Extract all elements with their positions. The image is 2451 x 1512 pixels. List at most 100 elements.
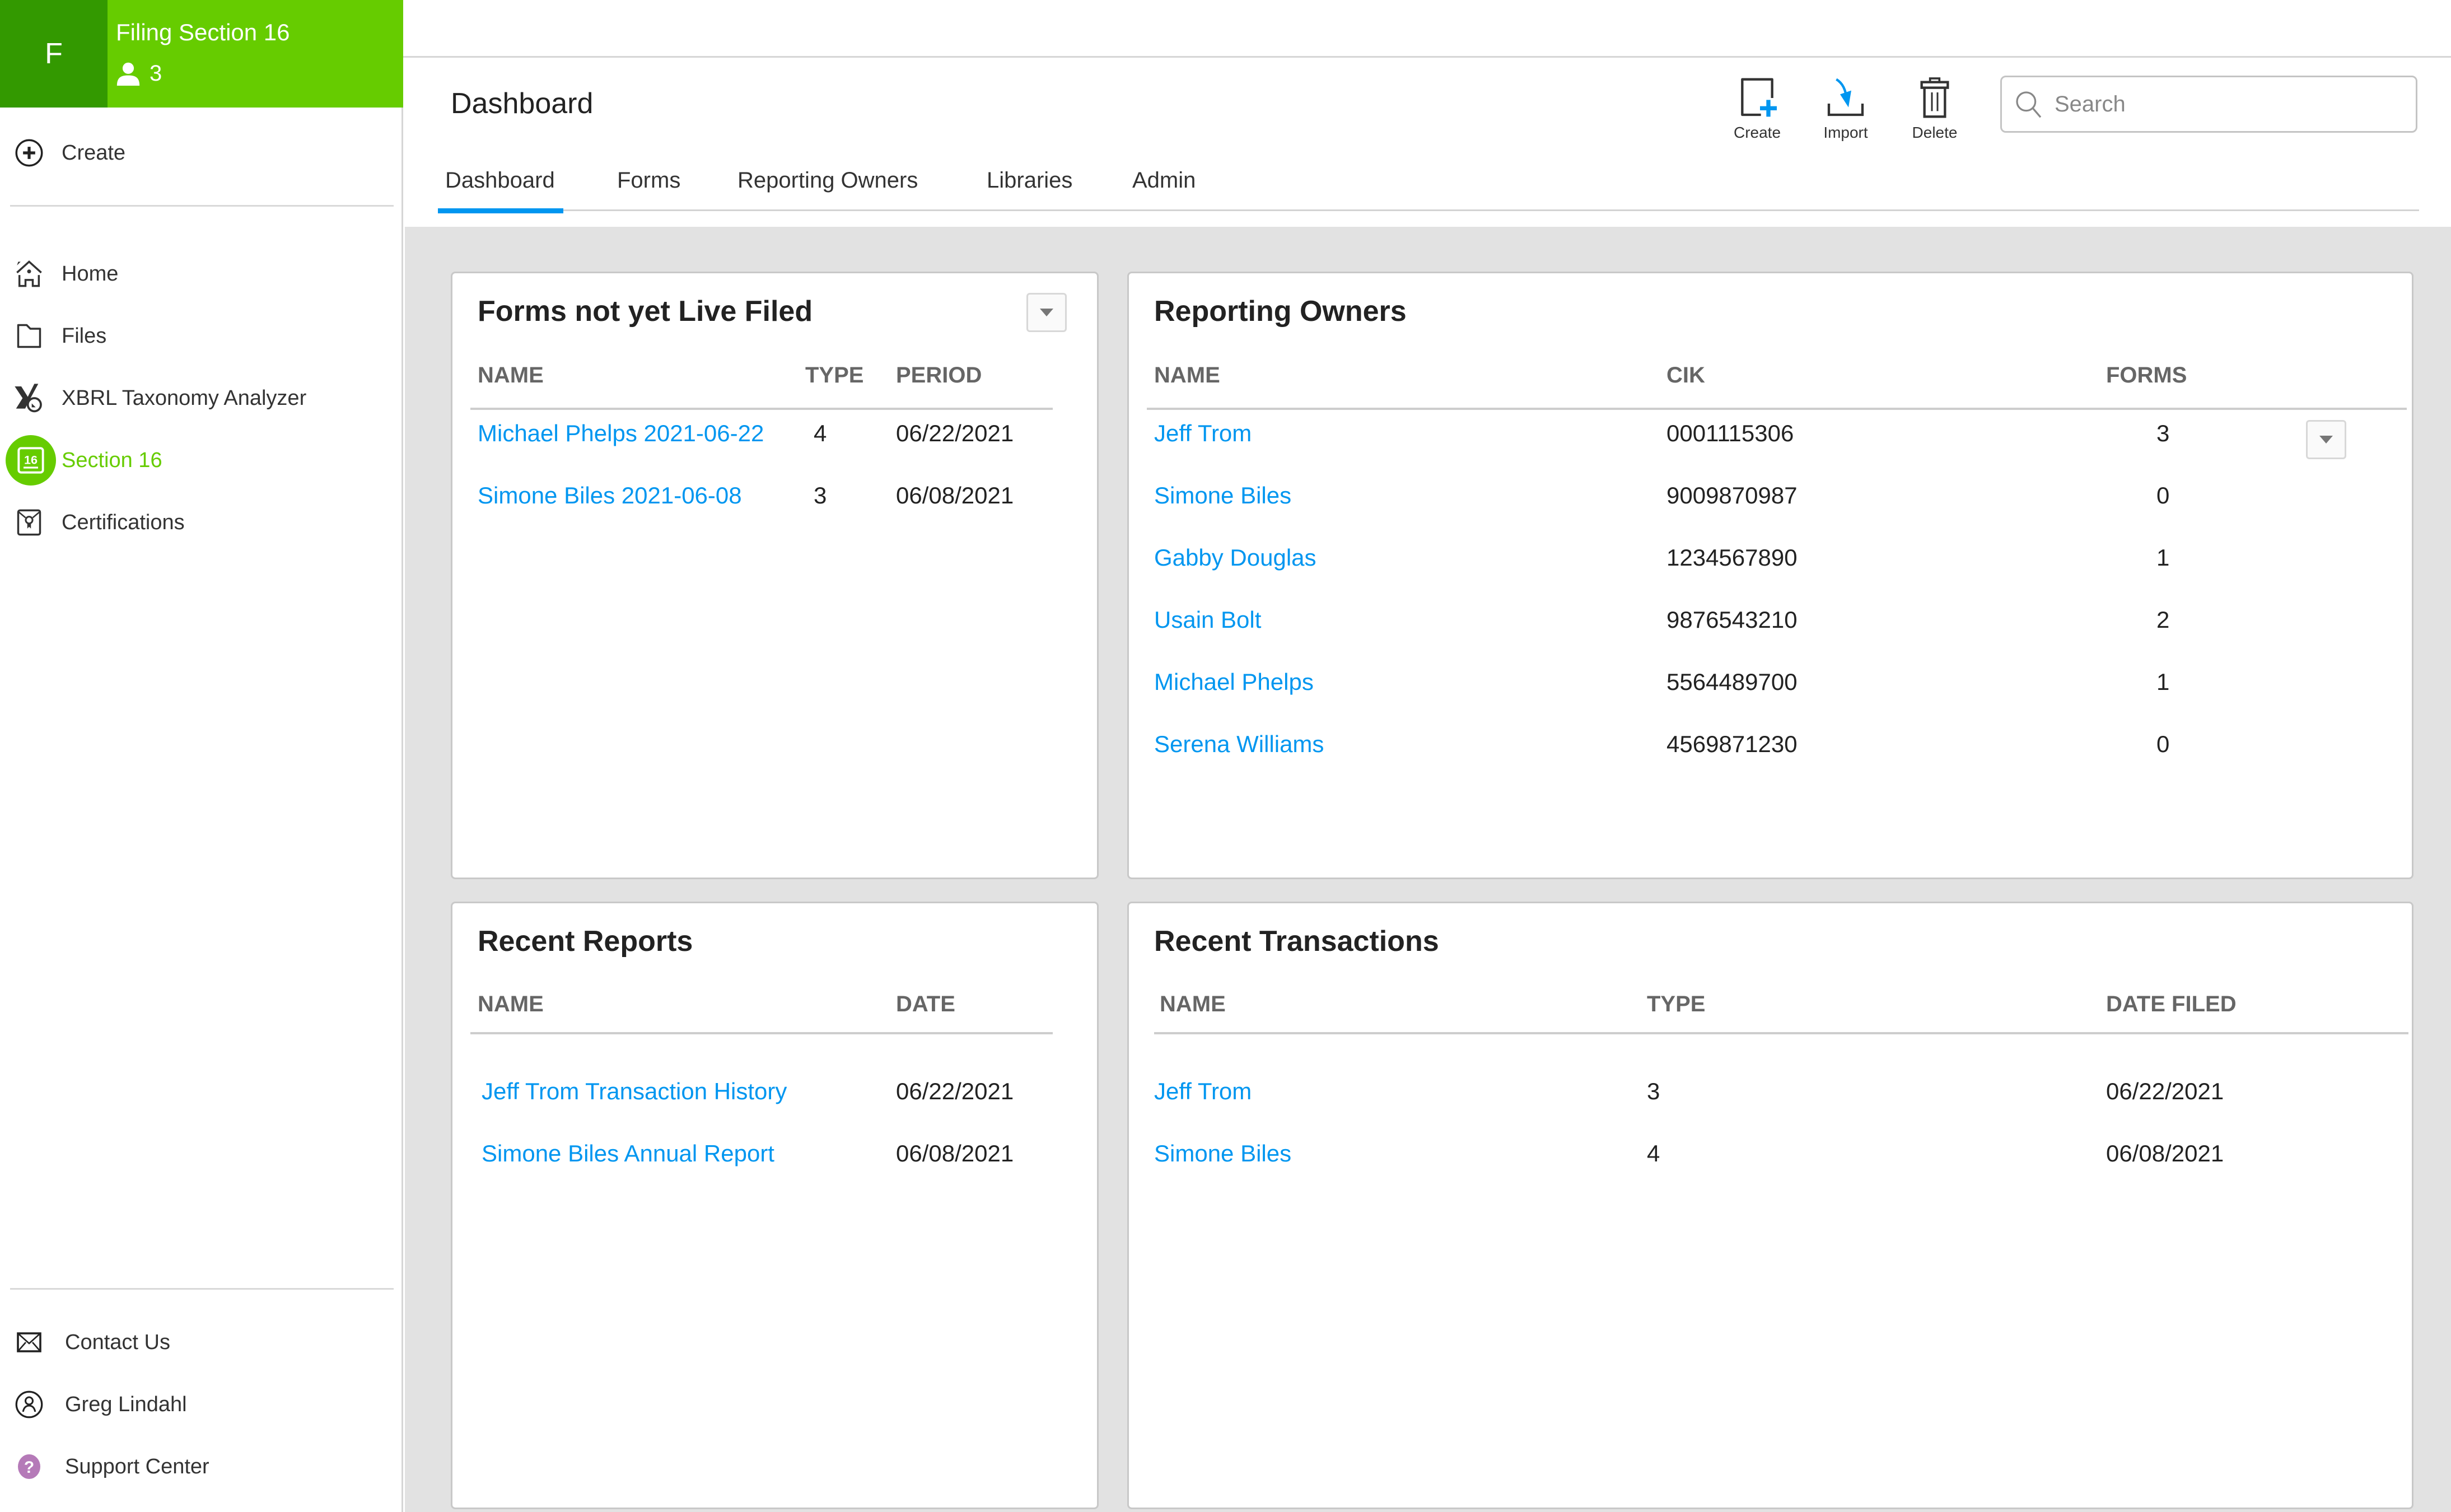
sidebar-item-label: Section 16 [62,448,162,472]
owner-cik: 9009870987 [1666,482,1798,508]
form-name-link[interactable]: Michael Phelps 2021-06-22 [478,420,764,447]
report-date: 06/08/2021 [896,1140,1014,1166]
owner-forms-count: 0 [2156,731,2170,757]
row-actions-dropdown[interactable] [2306,420,2346,459]
tab-admin[interactable]: Admin [1132,168,1196,193]
form-type: 3 [814,482,827,508]
sidebar-item-certifications[interactable]: Certifications [0,497,400,548]
tab-libraries[interactable]: Libraries [987,168,1072,193]
import-label: Import [1823,124,1868,141]
owner-forms-count: 0 [2156,482,2170,508]
owner-cik: 9876543210 [1666,606,1798,633]
xbrl-analyzer-icon [12,381,46,415]
report-name-link[interactable]: Simone Biles Annual Report [482,1140,774,1167]
owner-forms-count: 1 [2156,544,2170,571]
reporting-owners-panel: Reporting Owners NAME CIK FORMS Jeff Tro… [1127,272,2413,879]
workspace-title: Filing Section 16 [116,19,290,45]
owner-forms-count: 2 [2156,606,2170,633]
owner-forms-count: 1 [2156,669,2170,695]
header-divider [1147,408,2407,410]
svg-text:16: 16 [24,453,38,467]
owner-name-link[interactable]: Gabby Douglas [1154,544,1316,571]
help-icon: ? [12,1450,46,1483]
sidebar-item-label: Files [62,324,107,348]
sidebar-item-user-profile[interactable]: Greg Lindahl [0,1379,400,1430]
create-button[interactable]: Create [1724,76,1791,148]
column-header-period: PERIOD [896,363,982,388]
column-header-date-filed: DATE FILED [2106,992,2237,1016]
column-header-cik: CIK [1666,363,1705,388]
owner-cik: 0001115306 [1666,420,1794,446]
owner-name-link[interactable]: Simone Biles [1154,482,1291,509]
column-header-type: TYPE [1647,992,1706,1016]
report-date: 06/22/2021 [896,1078,1014,1104]
chevron-down-icon [2319,436,2333,444]
column-header-name: NAME [478,363,544,388]
svg-text:?: ? [24,1458,34,1477]
tab-divider [438,209,2419,211]
form-name-link[interactable]: Simone Biles 2021-06-08 [478,482,742,509]
import-button[interactable]: Import [1812,76,1879,148]
header-divider [470,408,1053,410]
recent-transactions-panel: Recent Transactions NAME TYPE DATE FILED… [1127,902,2413,1509]
sidebar-item-label: Greg Lindahl [65,1392,187,1416]
workspace-avatar: F [0,0,108,108]
page-title: Dashboard [451,87,594,120]
recent-reports-panel: Recent Reports NAME DATE Jeff Trom Trans… [451,902,1099,1509]
envelope-icon [12,1326,46,1359]
dashboard-content: Forms not yet Live Filed NAME TYPE PERIO… [405,227,2451,1512]
sidebar-divider [10,205,394,207]
delete-label: Delete [1912,124,1958,141]
folder-icon [12,319,46,353]
owner-name-link[interactable]: Usain Bolt [1154,606,1261,633]
sidebar-item-label: Contact Us [65,1330,170,1354]
panel-title: Recent Transactions [1154,925,1439,958]
search-input[interactable] [2055,91,2391,117]
owner-cik: 1234567890 [1666,544,1798,571]
owner-name-link[interactable]: Serena Williams [1154,731,1324,758]
sidebar-item-contact-us[interactable]: Contact Us [0,1317,400,1368]
tab-reporting-owners[interactable]: Reporting Owners [737,168,918,193]
chevron-down-icon [1040,309,1053,316]
panel-menu-dropdown[interactable] [1026,293,1067,332]
column-header-name: NAME [478,992,544,1016]
transaction-name-link[interactable]: Simone Biles [1154,1140,1291,1167]
sidebar-item-home[interactable]: Home [0,249,400,299]
column-header-name: NAME [1154,363,1220,388]
report-name-link[interactable]: Jeff Trom Transaction History [482,1078,787,1105]
import-icon [1827,78,1864,116]
sidebar: F Filing Section 16 3 Create Home Files … [0,0,403,1512]
header-divider [470,1032,1053,1034]
transaction-name-link[interactable]: Jeff Trom [1154,1078,1252,1105]
sidebar-create-button[interactable]: Create [0,128,400,178]
delete-button[interactable]: Delete [1901,76,1968,148]
sidebar-item-label: Certifications [62,510,185,534]
search-icon [2016,91,2042,118]
form-period: 06/22/2021 [896,420,1014,446]
sidebar-create-label: Create [62,141,126,165]
user-icon [116,62,140,86]
owner-cik: 5564489700 [1666,669,1798,695]
form-type: 4 [814,420,827,446]
search-box[interactable] [2000,76,2417,133]
sidebar-item-xbrl-taxonomy-analyzer[interactable]: XBRL Taxonomy Analyzer [0,373,400,423]
home-icon [12,257,46,291]
section-16-icon: 16 [6,435,56,486]
tab-dashboard[interactable]: Dashboard [445,168,555,193]
sidebar-item-support-center[interactable]: ? Support Center [0,1441,400,1492]
create-document-icon [1741,78,1777,117]
column-header-forms: FORMS [2106,363,2187,388]
sidebar-footer-divider [10,1288,394,1290]
trash-icon [1920,77,1949,118]
tab-forms[interactable]: Forms [617,168,680,193]
sidebar-item-section-16[interactable]: 16 Section 16 [0,435,400,486]
owner-cik: 4569871230 [1666,731,1798,757]
sidebar-item-files[interactable]: Files [0,311,400,361]
sidebar-item-label: Support Center [65,1454,209,1478]
column-header-date: DATE [896,992,955,1016]
owner-name-link[interactable]: Michael Phelps [1154,669,1314,696]
user-circle-icon [12,1388,46,1421]
workspace-header[interactable]: F Filing Section 16 3 [0,0,403,108]
owner-name-link[interactable]: Jeff Trom [1154,420,1252,447]
transaction-date-filed: 06/08/2021 [2106,1140,2224,1166]
